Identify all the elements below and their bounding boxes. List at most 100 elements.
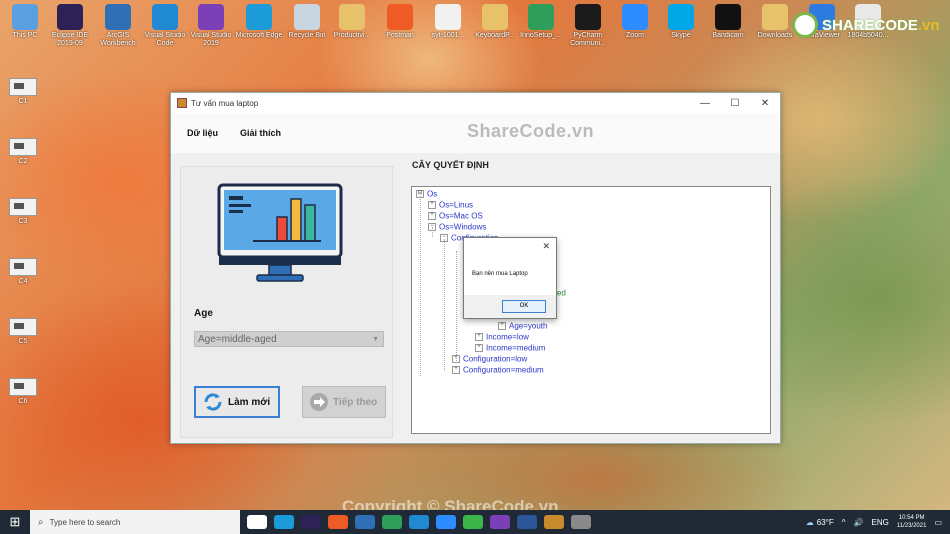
taskbar-app-icon[interactable] — [571, 515, 591, 529]
minimize-button[interactable]: — — [690, 98, 720, 109]
desktop-file-label: C3 — [18, 218, 28, 225]
tree-node-label: Os=Windows — [439, 222, 487, 232]
brand-suffix: .vn — [917, 16, 940, 34]
desktop-file-icon[interactable]: C4 — [6, 258, 40, 285]
monitor-chart-icon — [217, 183, 343, 282]
desktop-icon-label: Visual Studio Code — [144, 32, 186, 47]
menu-data[interactable]: Dữ liệu — [187, 128, 218, 138]
desktop-file-icon[interactable]: C1 — [6, 78, 40, 105]
taskbar-app-icon[interactable] — [328, 515, 348, 529]
desktop-icon[interactable]: Eclipse IDE 2019-09 — [45, 4, 95, 48]
sharecode-logo: SHARECODE.vn — [792, 12, 940, 38]
dialog-ok-button[interactable]: OK — [502, 300, 546, 313]
visual-studio-icon — [198, 4, 224, 30]
tree-node[interactable]: + Configuration=low — [452, 354, 527, 363]
taskbar-app-icon[interactable] — [247, 515, 267, 529]
volume-icon[interactable]: 🔊 — [854, 518, 864, 527]
maximize-button[interactable]: ☐ — [720, 98, 750, 109]
expand-toggle-icon[interactable]: + — [428, 200, 436, 209]
skype-icon — [668, 4, 694, 30]
desktop-icon[interactable]: ArcGIS Workbench — [93, 4, 143, 48]
menu-explain[interactable]: Giải thích — [240, 128, 281, 138]
folder-icon — [762, 4, 788, 30]
notification-icon[interactable]: ▭ — [934, 518, 942, 527]
desktop-icon[interactable]: Recycle Bin — [282, 4, 332, 40]
taskbar-app-icon[interactable] — [436, 515, 456, 529]
desktop-file-icon[interactable]: C3 — [6, 198, 40, 225]
desktop-file-label: C2 — [18, 158, 28, 165]
taskbar-app-icon[interactable] — [301, 515, 321, 529]
desktop-icon-label: syt-1001... — [431, 32, 465, 39]
taskbar-app-icon[interactable] — [409, 515, 429, 529]
chevron-down-icon[interactable]: ▼ — [372, 332, 379, 348]
tree-node[interactable]: + Age=youth — [498, 321, 547, 330]
taskbar-app-icon[interactable] — [382, 515, 402, 529]
tree-node[interactable]: − Os=Windows — [428, 222, 486, 231]
edge-icon — [246, 4, 272, 30]
bandicam-icon — [715, 4, 741, 30]
expand-toggle-icon[interactable]: + — [428, 211, 436, 220]
file-thumbnail-icon — [9, 198, 37, 216]
refresh-button[interactable]: Làm mới — [194, 386, 280, 418]
tree-node[interactable]: + Os=Linus — [428, 200, 473, 209]
desktop-icon[interactable]: Visual Studio Code — [140, 4, 190, 48]
taskbar-search[interactable]: ⌕ Type here to search — [30, 510, 240, 534]
taskbar-app-icon[interactable] — [463, 515, 483, 529]
brand-main: SHARECODE — [822, 16, 918, 34]
windows-start-icon[interactable]: ⊞ — [0, 514, 30, 530]
expand-toggle-icon[interactable]: + — [475, 332, 483, 341]
desktop-icon[interactable]: Postman — [375, 4, 425, 40]
next-button[interactable]: Tiếp theo — [302, 386, 386, 418]
desktop-file-icon[interactable]: C6 — [6, 378, 40, 405]
message-dialog: ✕ Bạn nên mua Laptop OK — [463, 237, 557, 319]
language-indicator[interactable]: ENG — [872, 518, 889, 527]
weather-icon: ☁ — [805, 517, 814, 527]
age-combobox-value: Age=middle-aged — [198, 334, 277, 345]
desktop-icon[interactable]: Zoom — [610, 4, 660, 40]
app-icon — [177, 98, 187, 108]
expand-toggle-icon[interactable]: + — [452, 365, 460, 374]
desktop-icon-label: Recycle Bin — [288, 32, 326, 39]
refresh-icon — [204, 393, 222, 411]
age-combobox[interactable]: Age=middle-aged ▼ — [194, 331, 384, 347]
desktop-icon[interactable]: Visual Studio 2019 — [186, 4, 236, 48]
desktop-icon-label: This PC — [12, 32, 38, 39]
desktop-icon[interactable]: Microsoft Edge — [234, 4, 284, 40]
desktop-icon[interactable]: KeyboardP... — [470, 4, 520, 40]
tree-node[interactable]: + Configuration=medium — [452, 365, 544, 374]
taskbar-app-icon[interactable] — [274, 515, 294, 529]
tree-node[interactable]: + Income=low — [475, 332, 529, 341]
close-button[interactable]: ✕ — [750, 98, 780, 109]
desktop-icon[interactable]: PyCharm Communi... — [563, 4, 613, 48]
zoom-icon — [622, 4, 648, 30]
folder-icon — [339, 4, 365, 30]
taskbar-app-icon[interactable] — [544, 515, 564, 529]
desktop-file-label: C1 — [18, 98, 28, 105]
tree-node[interactable]: + Os=Mac OS — [428, 211, 483, 220]
decision-tree-group: CÂY QUYẾT ĐỊNH ⊟ Os + Os=Linus + Os=Mac OS − Os… — [404, 160, 771, 436]
taskbar-app-icon[interactable] — [517, 515, 537, 529]
desktop-file-icon[interactable]: C5 — [6, 318, 40, 345]
expand-toggle-icon[interactable]: + — [475, 343, 483, 352]
desktop-icon[interactable]: syt-1001... — [423, 4, 473, 40]
desktop-icon[interactable]: Bandicam — [703, 4, 753, 40]
taskbar-app-icon[interactable] — [355, 515, 375, 529]
title-bar[interactable]: Tư vấn mua laptop — ☐ ✕ — [171, 93, 780, 113]
taskbar-app-icon[interactable] — [490, 515, 510, 529]
tree-node[interactable]: + Income=medium — [475, 343, 545, 352]
clock[interactable]: 10:54 PM 11/23/2021 — [897, 514, 927, 530]
search-icon: ⌕ — [38, 516, 44, 528]
tray-chevron-icon[interactable]: ^ — [842, 518, 846, 527]
expand-toggle-icon[interactable]: + — [498, 321, 506, 330]
desktop-file-icon[interactable]: C2 — [6, 138, 40, 165]
recycle-bin-icon — [294, 4, 320, 30]
desktop-icon[interactable]: This PC — [0, 4, 50, 40]
weather-temp[interactable]: 63°F — [817, 518, 834, 527]
clock-time: 10:54 PM — [898, 515, 925, 521]
tree-node-label: Configuration=medium — [463, 365, 544, 375]
desktop-icon[interactable]: InnoSetup_... — [516, 4, 566, 40]
desktop-icon[interactable]: Productivi... — [327, 4, 377, 40]
dialog-close-button[interactable]: ✕ — [542, 241, 550, 252]
tree-connector-line — [444, 239, 445, 371]
desktop-icon[interactable]: Skype — [656, 4, 706, 40]
